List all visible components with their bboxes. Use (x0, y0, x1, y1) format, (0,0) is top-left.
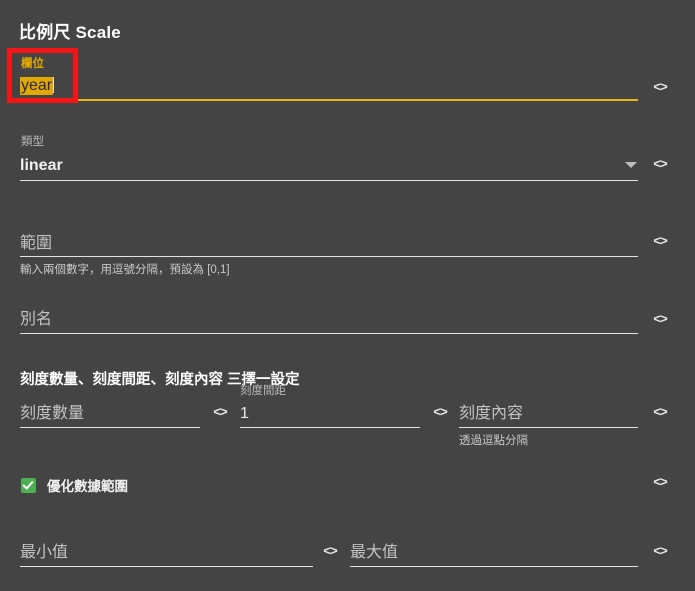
code-icon-range[interactable]: <> (650, 232, 670, 252)
input-max[interactable]: 最大值 (350, 543, 398, 563)
input-min[interactable]: 最小值 (20, 543, 68, 563)
field-underline-type (20, 180, 638, 181)
checkbox-row-nice[interactable]: 優化數據範圍 (21, 475, 128, 495)
field-underline-max (350, 566, 638, 567)
page-title: 比例尺 Scale (19, 23, 121, 42)
input-tick-count[interactable]: 刻度數量 (20, 404, 84, 424)
checkbox-label-nice: 優化數據範圍 (47, 479, 128, 494)
code-icon-nice[interactable]: <> (650, 473, 670, 493)
field-label-type: 類型 (21, 136, 44, 148)
field-underline-min (20, 566, 313, 567)
code-icon-field[interactable]: <> (650, 78, 670, 98)
field-label-field: 欄位 (21, 58, 44, 70)
code-icon-type[interactable]: <> (650, 155, 670, 175)
checkbox-nice[interactable] (21, 477, 36, 493)
code-icon-tick-values[interactable]: <> (650, 403, 670, 423)
field-underline-range (20, 256, 638, 257)
scale-settings-panel: 比例尺 Scale 欄位 year <> 類型 linear <> 範圍 輸入兩… (0, 0, 695, 591)
field-underline-tick-step (240, 427, 420, 428)
code-icon-tick-step[interactable]: <> (430, 403, 450, 423)
input-tick-step[interactable]: 1 (240, 404, 249, 424)
input-range[interactable]: 範圍 (20, 234, 52, 254)
field-input-field[interactable]: year (20, 76, 55, 96)
helper-text-tick-values: 透過逗點分隔 (459, 435, 528, 447)
field-label-tick-step: 刻度間距 (240, 385, 286, 397)
input-alias[interactable]: 別名 (20, 310, 52, 330)
helper-text-range: 輸入兩個數字，用逗號分隔，預設為 [0,1] (20, 264, 230, 276)
code-icon-max[interactable]: <> (650, 542, 670, 562)
field-input-field-value: year (20, 77, 54, 95)
code-icon-alias[interactable]: <> (650, 310, 670, 330)
chevron-down-icon-type[interactable] (625, 162, 637, 168)
field-underline-tick-values (459, 427, 638, 428)
code-icon-tick-count[interactable]: <> (210, 403, 230, 423)
code-icon-min[interactable]: <> (320, 542, 340, 562)
dropdown-type[interactable]: linear (20, 156, 63, 176)
field-underline-field (20, 99, 638, 101)
field-underline-tick-count (20, 427, 200, 428)
text-caret (53, 77, 55, 93)
field-underline-alias (20, 333, 638, 334)
input-tick-values[interactable]: 刻度內容 (459, 404, 523, 424)
